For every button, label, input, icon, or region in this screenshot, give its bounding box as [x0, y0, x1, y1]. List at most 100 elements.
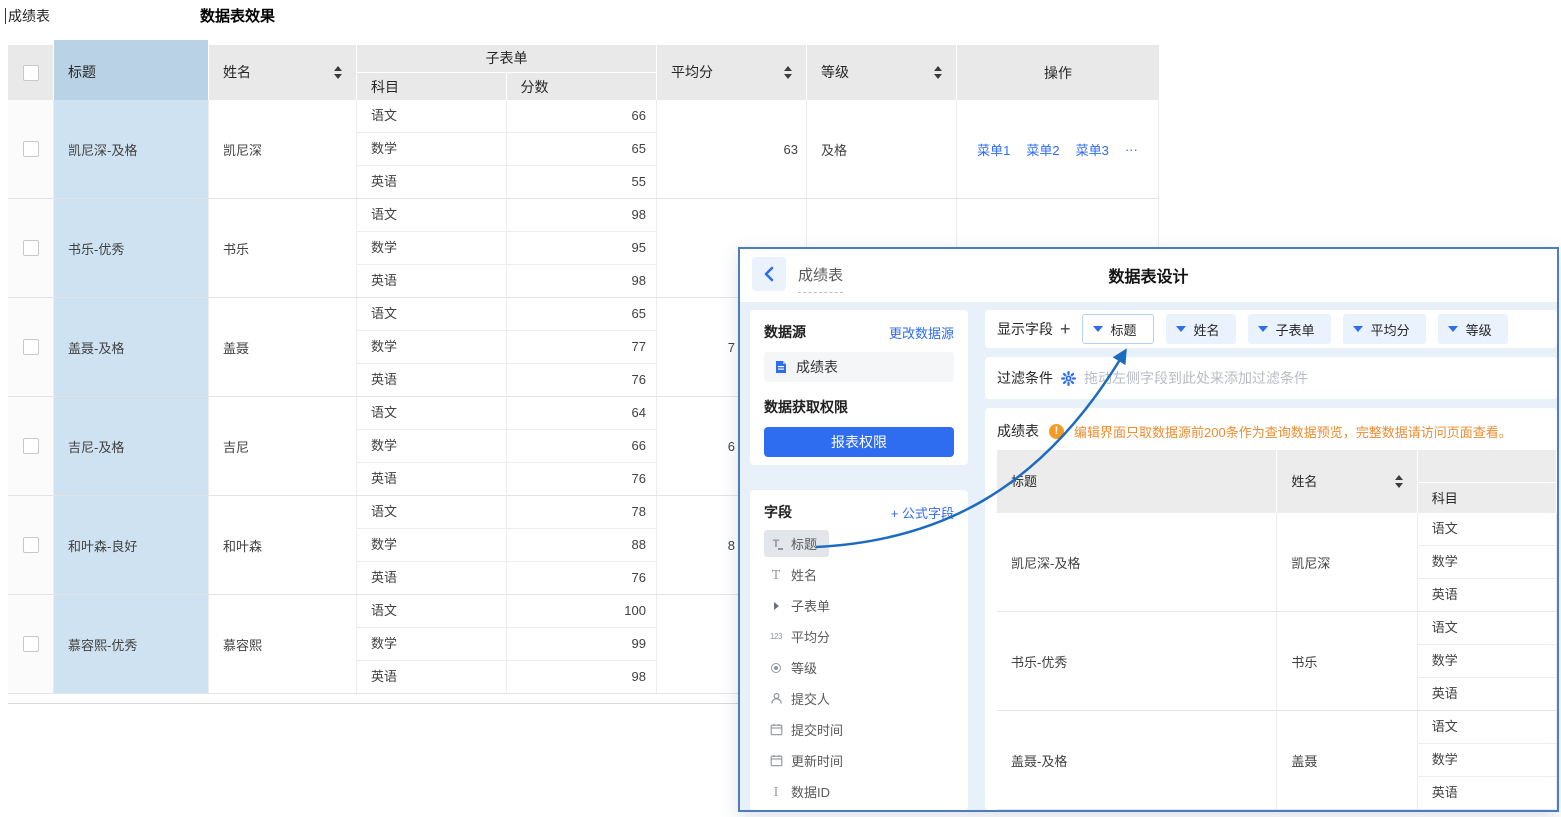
preview-header-name[interactable]: 姓名: [1277, 450, 1417, 513]
row-checkbox[interactable]: [23, 537, 39, 553]
header-subform-label: 子表单: [357, 45, 656, 73]
menu-link[interactable]: 菜单1: [977, 140, 1010, 159]
display-fields-card: 显示字段 + 标题姓名子表单平均分等级: [985, 310, 1557, 348]
data-table-designer-panel: 成绩表 数据表设计 数据源 更改数据源 成绩表 数据获取权限 报表权限 字段 +…: [738, 247, 1559, 812]
header-average[interactable]: 平均分: [657, 45, 807, 100]
score-cell: 76: [507, 364, 656, 397]
warning-text: 编辑界面只取数据源前200条作为查询数据预览，完整数据请访问页面查看。: [1074, 422, 1512, 441]
field-item-button[interactable]: T标题: [764, 530, 829, 557]
field-chip[interactable]: 姓名: [1166, 314, 1236, 344]
more-actions-link[interactable]: ···: [1125, 142, 1138, 157]
sort-icon[interactable]: [334, 66, 344, 80]
row-checkbox[interactable]: [23, 438, 39, 454]
field-item-button[interactable]: 更新时间: [764, 747, 855, 774]
preview-title-cell: 凯尼深-及格: [997, 513, 1277, 611]
name-cell: 慕容熙: [209, 595, 357, 693]
field-item-button[interactable]: 子表单: [764, 592, 842, 619]
row-checkbox[interactable]: [23, 636, 39, 652]
field-chip-label: 子表单: [1276, 320, 1315, 339]
field-item-label: 更新时间: [791, 751, 843, 770]
preview-title-cell: 盖聂-及格: [997, 711, 1277, 809]
header-checkbox-cell[interactable]: [8, 45, 54, 100]
sort-icon[interactable]: [784, 66, 794, 80]
subject-cell: 语文: [357, 199, 507, 231]
chevron-down-icon: [1093, 326, 1103, 332]
subject-cell: 语文: [357, 496, 507, 528]
preview-name-cell: 凯尼深: [1277, 513, 1417, 611]
subform-cell: 语文65数学77英语76: [357, 298, 657, 396]
subject-cell: 数学: [357, 529, 507, 561]
field-item-button[interactable]: T姓名: [764, 561, 829, 588]
score-cell: 76: [507, 463, 656, 496]
chevron-down-icon: [1258, 326, 1268, 332]
name-cell: 和叶森: [209, 496, 357, 594]
score-cell: 98: [507, 661, 656, 694]
change-datasource-link[interactable]: 更改数据源: [889, 323, 954, 342]
field-item-label: 姓名: [791, 565, 817, 584]
select-all-checkbox[interactable]: [23, 65, 39, 81]
field-item-button[interactable]: 提交时间: [764, 716, 855, 743]
gear-icon[interactable]: [1061, 371, 1076, 386]
field-item-button[interactable]: 提交人: [764, 685, 842, 712]
preview-subform-cell: 语文数学英语: [1418, 612, 1557, 710]
subject-cell: 数学: [357, 331, 507, 363]
field-item: 提交时间: [764, 714, 954, 745]
header-name[interactable]: 姓名: [209, 45, 357, 100]
header-subject: 科目: [357, 73, 507, 101]
fields-card: 字段 + 公式字段 T标题T姓名子表单123平均分等级提交人提交时间更新时间I数…: [750, 490, 968, 810]
checkbox-cell: [8, 298, 54, 396]
field-chip[interactable]: 等级: [1438, 314, 1508, 344]
subform-row: 数学65: [357, 133, 656, 166]
subject-cell: 英语: [357, 661, 507, 694]
field-item-button[interactable]: 等级: [764, 654, 829, 681]
header-grade[interactable]: 等级: [807, 45, 957, 100]
score-cell: 78: [507, 496, 656, 528]
calendar-icon: [768, 754, 784, 767]
checkbox-cell: [8, 496, 54, 594]
subform-row: 语文98: [357, 199, 656, 232]
subform-row: 语文100: [357, 595, 656, 628]
field-item-button[interactable]: I数据ID: [764, 778, 842, 805]
preview-card: 成绩表 编辑界面只取数据源前200条作为查询数据预览，完整数据请访问页面查看。 …: [985, 408, 1557, 810]
subject-cell: 语文: [357, 397, 507, 429]
field-list: T标题 T姓名子表单 123平均分等级提交人提交时间更新时间 I数据ID: [764, 528, 954, 807]
field-item-button[interactable]: 123平均分: [764, 623, 842, 650]
preview-subject-cell: 语文: [1418, 711, 1556, 744]
subform-row: 语文66: [357, 100, 656, 133]
field-chip[interactable]: 标题: [1082, 314, 1154, 344]
report-permission-button[interactable]: 报表权限: [764, 427, 954, 457]
designer-header: 成绩表 数据表设计: [740, 249, 1557, 302]
name-cell: 吉尼: [209, 397, 357, 495]
header-actions: 操作: [957, 45, 1159, 100]
header-score: 分数: [507, 73, 657, 101]
filter-card[interactable]: 过滤条件 拖动左侧字段到此处来添加过滤条件: [985, 357, 1557, 399]
preview-header-subform: 科目: [1418, 450, 1557, 513]
menu-link[interactable]: 菜单3: [1076, 140, 1109, 159]
add-display-field-button[interactable]: +: [1060, 319, 1071, 340]
row-checkbox[interactable]: [23, 141, 39, 157]
subform-row: 数学99: [357, 628, 656, 661]
add-formula-field-link[interactable]: + 公式字段: [891, 503, 954, 522]
chevron-down-icon: [1448, 326, 1458, 332]
preview-subform-cell: 语文数学英语: [1418, 513, 1557, 611]
subject-cell: 数学: [357, 430, 507, 462]
preview-table-row: 盖聂-及格盖聂语文数学英语: [997, 711, 1557, 810]
row-checkbox[interactable]: [23, 339, 39, 355]
subform-row: 语文65: [357, 298, 656, 331]
table-name-label: 成绩表: [5, 6, 50, 26]
sort-icon[interactable]: [1395, 475, 1405, 489]
sort-icon[interactable]: [934, 66, 944, 80]
field-chip[interactable]: 子表单: [1248, 314, 1331, 344]
score-cell: 76: [507, 562, 656, 595]
score-cell: 98: [507, 199, 656, 231]
actions-cell: 菜单1 菜单2 菜单3 ···: [957, 100, 1159, 198]
field-chip[interactable]: 平均分: [1343, 314, 1426, 344]
preview-subject-cell: 数学: [1418, 546, 1556, 579]
preview-header-title[interactable]: 标题: [997, 450, 1277, 513]
menu-link[interactable]: 菜单2: [1026, 140, 1059, 159]
row-checkbox[interactable]: [23, 240, 39, 256]
datasource-item[interactable]: 成绩表: [764, 352, 954, 382]
header-title[interactable]: 标题: [54, 45, 209, 100]
table-row: 凯尼深-及格凯尼深语文66数学65英语5563及格菜单1菜单2菜单3···: [8, 100, 1159, 199]
subject-cell: 数学: [357, 232, 507, 264]
